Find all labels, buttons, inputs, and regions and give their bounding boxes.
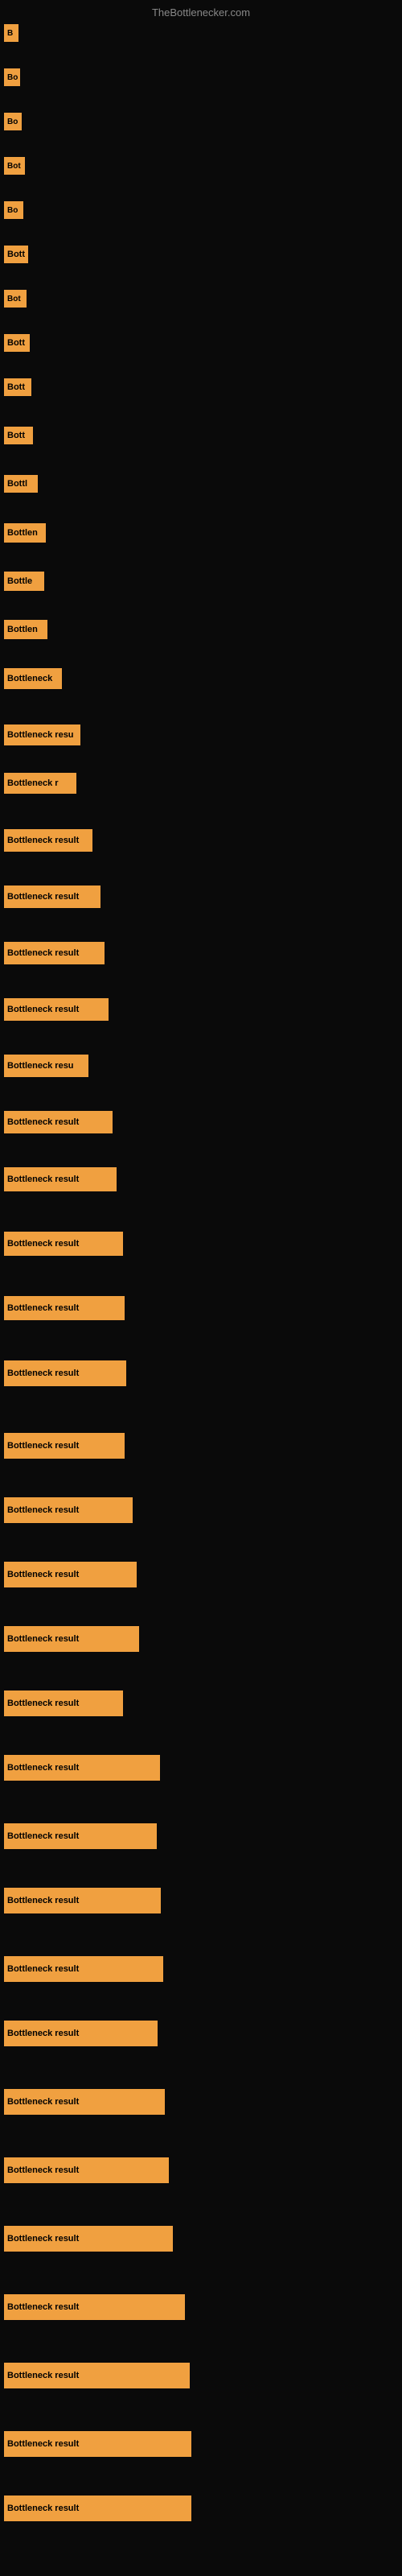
bar-item: Bottleneck result	[4, 1167, 117, 1191]
bar-label: Bottl	[4, 475, 38, 493]
bar-label: Bottleneck result	[4, 1111, 113, 1133]
bar-item: Bott	[4, 334, 30, 352]
bar-label: Bottleneck result	[4, 998, 109, 1021]
bar-label: Bottleneck result	[4, 1360, 126, 1386]
bar-item: Bottleneck result	[4, 2226, 173, 2252]
bar-item: Bottleneck result	[4, 1562, 137, 1587]
bar-item: Bottleneck result	[4, 1626, 139, 1652]
bar-item: Bottleneck result	[4, 1888, 161, 1913]
bar-label: Bot	[4, 157, 25, 175]
bar-item: Bottl	[4, 475, 38, 493]
bar-label: Bottleneck result	[4, 2363, 190, 2388]
bar-item: Bottleneck result	[4, 2294, 185, 2320]
bar-item: Bottleneck resu	[4, 1055, 88, 1077]
bar-item: Bottleneck result	[4, 2363, 190, 2388]
bar-label: Bottleneck result	[4, 2294, 185, 2320]
bar-label: Bottleneck result	[4, 1296, 125, 1320]
bar-item: Bottleneck result	[4, 1232, 123, 1256]
bar-label: Bottlen	[4, 523, 46, 543]
bar-label: Bottleneck r	[4, 773, 76, 794]
bar-label: Bot	[4, 290, 27, 308]
bar-item: Bottleneck result	[4, 1360, 126, 1386]
bar-item: Bott	[4, 427, 33, 444]
bar-label: Bottleneck result	[4, 2226, 173, 2252]
bar-item: Bo	[4, 113, 22, 130]
bar-label: Bottleneck result	[4, 1433, 125, 1459]
bar-item: Bottleneck result	[4, 886, 100, 908]
bar-label: Bottleneck result	[4, 1956, 163, 1982]
bar-item: Bottleneck resu	[4, 724, 80, 745]
bar-item: Bott	[4, 378, 31, 396]
bar-label: Bottleneck result	[4, 1167, 117, 1191]
site-title: TheBottlenecker.com	[152, 6, 250, 19]
bar-item: Bottleneck result	[4, 2089, 165, 2115]
bar-item: Bottleneck result	[4, 2496, 191, 2521]
bar-label: Bottleneck result	[4, 1690, 123, 1716]
bar-label: Bottleneck result	[4, 942, 105, 964]
bar-label: Bo	[4, 68, 20, 86]
bar-item: Bot	[4, 157, 25, 175]
bar-label: Bottleneck result	[4, 2431, 191, 2457]
bar-label: Bottleneck result	[4, 886, 100, 908]
bar-item: Bottleneck r	[4, 773, 76, 794]
bar-item: Bottleneck result	[4, 1755, 160, 1781]
bar-label: Bottle	[4, 572, 44, 591]
bar-label: Bottleneck result	[4, 829, 92, 852]
bar-label: Bott	[4, 427, 33, 444]
bar-item: Bot	[4, 290, 27, 308]
bar-label: Bottleneck result	[4, 2496, 191, 2521]
bar-item: Bottleneck result	[4, 1111, 113, 1133]
bar-item: Bottleneck result	[4, 1690, 123, 1716]
bar-label: Bo	[4, 201, 23, 219]
bar-label: Bottleneck result	[4, 2089, 165, 2115]
bar-item: Bottle	[4, 572, 44, 591]
bar-item: Bottleneck	[4, 668, 62, 689]
bar-label: Bottleneck result	[4, 1823, 157, 1849]
bar-label: Bo	[4, 113, 22, 130]
bar-label: Bottlen	[4, 620, 47, 639]
bar-label: Bottleneck result	[4, 1562, 137, 1587]
bar-item: Bottleneck result	[4, 2021, 158, 2046]
bar-label: Bottleneck result	[4, 2157, 169, 2183]
bar-item: Bottlen	[4, 523, 46, 543]
bar-label: Bott	[4, 334, 30, 352]
bar-label: Bottleneck	[4, 668, 62, 689]
bar-item: Bottleneck result	[4, 998, 109, 1021]
bar-label: Bottleneck result	[4, 1888, 161, 1913]
bar-item: Bottleneck result	[4, 2431, 191, 2457]
bar-label: Bottleneck resu	[4, 724, 80, 745]
bar-item: Bottleneck result	[4, 2157, 169, 2183]
bar-label: Bottleneck resu	[4, 1055, 88, 1077]
bar-item: Bottleneck result	[4, 1956, 163, 1982]
bar-item: Bottleneck result	[4, 1296, 125, 1320]
bar-label: Bottleneck result	[4, 1497, 133, 1523]
bar-item: Bottleneck result	[4, 829, 92, 852]
bar-label: Bott	[4, 378, 31, 396]
bar-label: B	[4, 24, 18, 42]
bar-label: Bottleneck result	[4, 1232, 123, 1256]
bar-item: B	[4, 24, 18, 42]
bar-label: Bottleneck result	[4, 1755, 160, 1781]
bar-label: Bott	[4, 246, 28, 263]
bar-item: Bo	[4, 68, 20, 86]
bar-item: Bottleneck result	[4, 1433, 125, 1459]
bar-item: Bott	[4, 246, 28, 263]
bar-label: Bottleneck result	[4, 1626, 139, 1652]
bar-item: Bo	[4, 201, 23, 219]
bar-item: Bottlen	[4, 620, 47, 639]
bar-item: Bottleneck result	[4, 1497, 133, 1523]
bar-item: Bottleneck result	[4, 1823, 157, 1849]
bar-label: Bottleneck result	[4, 2021, 158, 2046]
bar-item: Bottleneck result	[4, 942, 105, 964]
